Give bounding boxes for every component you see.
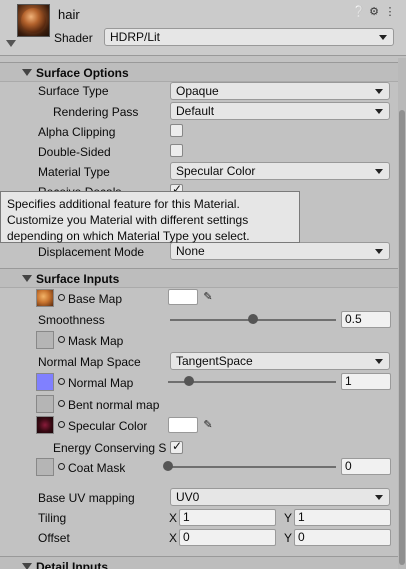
tooltip-line: Customize you Material with different se… <box>7 213 249 227</box>
base-map-texture-slot[interactable] <box>36 289 54 307</box>
specular-color-texture-slot[interactable] <box>36 416 54 434</box>
coat-mask-value-field[interactable]: 0 <box>341 458 391 475</box>
section-title: Detail Inputs <box>36 560 109 569</box>
normal-map-label: Normal Map <box>68 376 134 390</box>
alpha-clipping-checkbox[interactable] <box>170 124 183 137</box>
tiling-label: Tiling <box>38 511 67 525</box>
energy-conserving-checkbox[interactable] <box>170 439 183 454</box>
object-picker-icon[interactable] <box>58 400 65 407</box>
specular-color-label: Specular Color <box>68 419 148 433</box>
coat-mask-slider-knob[interactable] <box>163 461 173 471</box>
material-header: hair ❔ ⚙ ⋮ Shader HDRP/Lit <box>0 0 406 56</box>
surface-type-value: Opaque <box>176 84 219 98</box>
coat-mask-slider-track[interactable] <box>168 466 336 468</box>
chevron-down-icon <box>375 359 383 364</box>
material-preview-thumbnail <box>17 4 50 37</box>
chevron-down-icon <box>375 89 383 94</box>
section-detail-inputs[interactable]: Detail Inputs <box>0 556 398 569</box>
normal-scale-slider-knob[interactable] <box>184 376 194 386</box>
section-title: Surface Options <box>36 66 129 80</box>
coat-mask-label: Coat Mask <box>68 461 126 475</box>
material-type-value: Specular Color <box>176 164 256 178</box>
tiling-x-field[interactable]: 1 <box>179 509 276 526</box>
rendering-pass-dropdown[interactable]: Default <box>170 102 390 120</box>
offset-y-label: Y <box>284 531 293 545</box>
object-picker-icon[interactable] <box>58 463 65 470</box>
material-type-label: Material Type <box>38 165 110 179</box>
displacement-mode-value: None <box>176 244 205 258</box>
mask-map-label: Mask Map <box>68 334 124 348</box>
chevron-down-icon <box>375 495 383 500</box>
base-uv-mapping-dropdown[interactable]: UV0 <box>170 488 390 506</box>
normal-map-space-label: Normal Map Space <box>38 355 141 369</box>
base-color-field[interactable] <box>168 289 198 305</box>
normal-map-space-value: TangentSpace <box>176 354 253 368</box>
displacement-mode-dropdown[interactable]: None <box>170 242 390 260</box>
base-map-label: Base Map <box>68 292 123 306</box>
section-surface-options[interactable]: Surface Options <box>0 62 398 82</box>
double-sided-label: Double-Sided <box>38 145 111 159</box>
shader-label: Shader <box>54 31 93 45</box>
eyedropper-icon[interactable]: ✎ <box>199 289 217 305</box>
header-icons: ❔ ⚙ ⋮ <box>352 6 396 18</box>
tiling-x-label: X <box>169 511 178 525</box>
material-name: hair <box>58 7 80 22</box>
alpha-clipping-label: Alpha Clipping <box>38 125 116 139</box>
shader-dropdown[interactable]: HDRP/Lit <box>104 28 394 46</box>
normal-map-space-dropdown[interactable]: TangentSpace <box>170 352 390 370</box>
mask-map-texture-slot[interactable] <box>36 331 54 349</box>
object-picker-icon[interactable] <box>58 421 65 428</box>
more-options-icon[interactable]: ⋮ <box>384 6 396 18</box>
rendering-pass-value: Default <box>176 104 215 118</box>
object-picker-icon[interactable] <box>58 378 65 385</box>
header-foldout-arrow-icon[interactable] <box>6 40 16 47</box>
chevron-down-icon <box>379 35 387 40</box>
chevron-down-icon <box>375 109 383 114</box>
object-picker-icon[interactable] <box>58 336 65 343</box>
offset-x-label: X <box>169 531 178 545</box>
eyedropper-icon[interactable]: ✎ <box>199 417 217 433</box>
section-title: Surface Inputs <box>36 272 120 286</box>
tooltip-line: Specifies additional feature for this Ma… <box>7 197 240 211</box>
material-type-dropdown[interactable]: Specular Color <box>170 162 390 180</box>
smoothness-label: Smoothness <box>38 313 105 327</box>
base-uv-mapping-value: UV0 <box>176 490 200 504</box>
tiling-y-label: Y <box>284 511 293 525</box>
bent-normal-map-texture-slot[interactable] <box>36 395 54 413</box>
rendering-pass-label: Rendering Pass <box>53 105 139 119</box>
normal-map-texture-slot[interactable] <box>36 373 54 391</box>
offset-x-field[interactable]: 0 <box>179 529 276 546</box>
offset-y-field[interactable]: 0 <box>294 529 391 546</box>
displacement-mode-label: Displacement Mode <box>38 245 145 259</box>
double-sided-checkbox[interactable] <box>170 144 183 157</box>
object-picker-icon[interactable] <box>58 294 65 301</box>
section-surface-inputs[interactable]: Surface Inputs <box>0 268 398 288</box>
bent-normal-map-label: Bent normal map <box>68 398 160 412</box>
offset-label: Offset <box>38 531 70 545</box>
coat-mask-texture-slot[interactable] <box>36 458 54 476</box>
tooltip-line: depending on which Material Type you sel… <box>7 229 250 243</box>
smoothness-value-field[interactable]: 0.5 <box>341 311 391 328</box>
foldout-arrow-icon <box>22 563 32 569</box>
settings-sliders-icon[interactable]: ⚙ <box>368 6 380 18</box>
energy-conserving-label: Energy Conserving S <box>53 441 167 455</box>
chevron-down-icon <box>375 249 383 254</box>
foldout-arrow-icon <box>22 275 32 282</box>
tiling-y-field[interactable]: 1 <box>294 509 391 526</box>
foldout-arrow-icon <box>22 69 32 76</box>
material-type-tooltip: Specifies additional feature for this Ma… <box>0 191 300 243</box>
surface-type-label: Surface Type <box>38 84 109 98</box>
specular-color-field[interactable] <box>168 417 198 433</box>
chevron-down-icon <box>375 169 383 174</box>
normal-scale-value-field[interactable]: 1 <box>341 373 391 390</box>
shader-dropdown-value: HDRP/Lit <box>110 30 161 44</box>
scrollbar-thumb[interactable] <box>399 110 405 565</box>
smoothness-slider-knob[interactable] <box>248 314 258 324</box>
help-icon[interactable]: ❔ <box>352 6 366 18</box>
base-uv-mapping-label: Base UV mapping <box>38 491 135 505</box>
surface-type-dropdown[interactable]: Opaque <box>170 82 390 100</box>
